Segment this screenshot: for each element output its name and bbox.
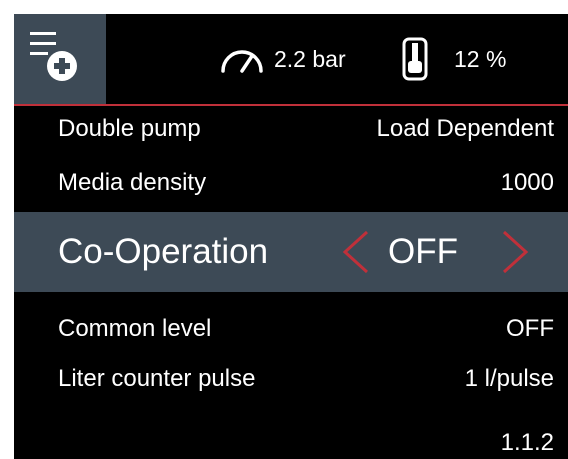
menu-add-button[interactable] bbox=[14, 14, 106, 104]
menu-add-icon bbox=[30, 32, 77, 81]
co-operation-value: OFF bbox=[388, 232, 458, 271]
setting-row-media-density[interactable]: Media density 1000 bbox=[14, 160, 568, 206]
setting-value: Load Dependent bbox=[376, 115, 555, 142]
tank-level-value: 12 % bbox=[454, 45, 507, 72]
setting-label: Co-Operation bbox=[58, 232, 269, 271]
setting-value: 1 l/pulse bbox=[464, 365, 554, 392]
setting-label: Liter counter pulse bbox=[58, 365, 256, 392]
setting-row-co-operation-selected[interactable]: Co-Operation OFF bbox=[14, 212, 568, 292]
setting-value: OFF bbox=[506, 315, 554, 342]
setting-row-double-pump[interactable]: Double pump Load Dependent bbox=[14, 106, 568, 152]
setting-row-liter-counter-pulse[interactable]: Liter counter pulse 1 l/pulse bbox=[14, 356, 568, 402]
chevron-right-icon[interactable] bbox=[500, 230, 530, 274]
tank-level-icon bbox=[402, 37, 428, 81]
status-bar: 2.2 bar 12 % bbox=[14, 14, 568, 104]
pump-screen: 2.2 bar 12 % Double pump Load Dependent … bbox=[14, 14, 568, 459]
tank-level-indicator: 12 % bbox=[402, 14, 506, 104]
setting-label: Double pump bbox=[58, 115, 201, 142]
pressure-indicator: 2.2 bar bbox=[218, 14, 346, 104]
setting-label: Common level bbox=[58, 315, 212, 342]
pressure-value: 2.2 bar bbox=[274, 45, 346, 72]
chevron-left-icon[interactable] bbox=[341, 230, 371, 274]
menu-version-number: 1.1.2 bbox=[500, 429, 554, 456]
gauge-icon bbox=[221, 50, 263, 73]
setting-value: 1000 bbox=[500, 169, 554, 196]
setting-label: Media density bbox=[58, 169, 207, 196]
setting-row-common-level[interactable]: Common level OFF bbox=[14, 306, 568, 352]
